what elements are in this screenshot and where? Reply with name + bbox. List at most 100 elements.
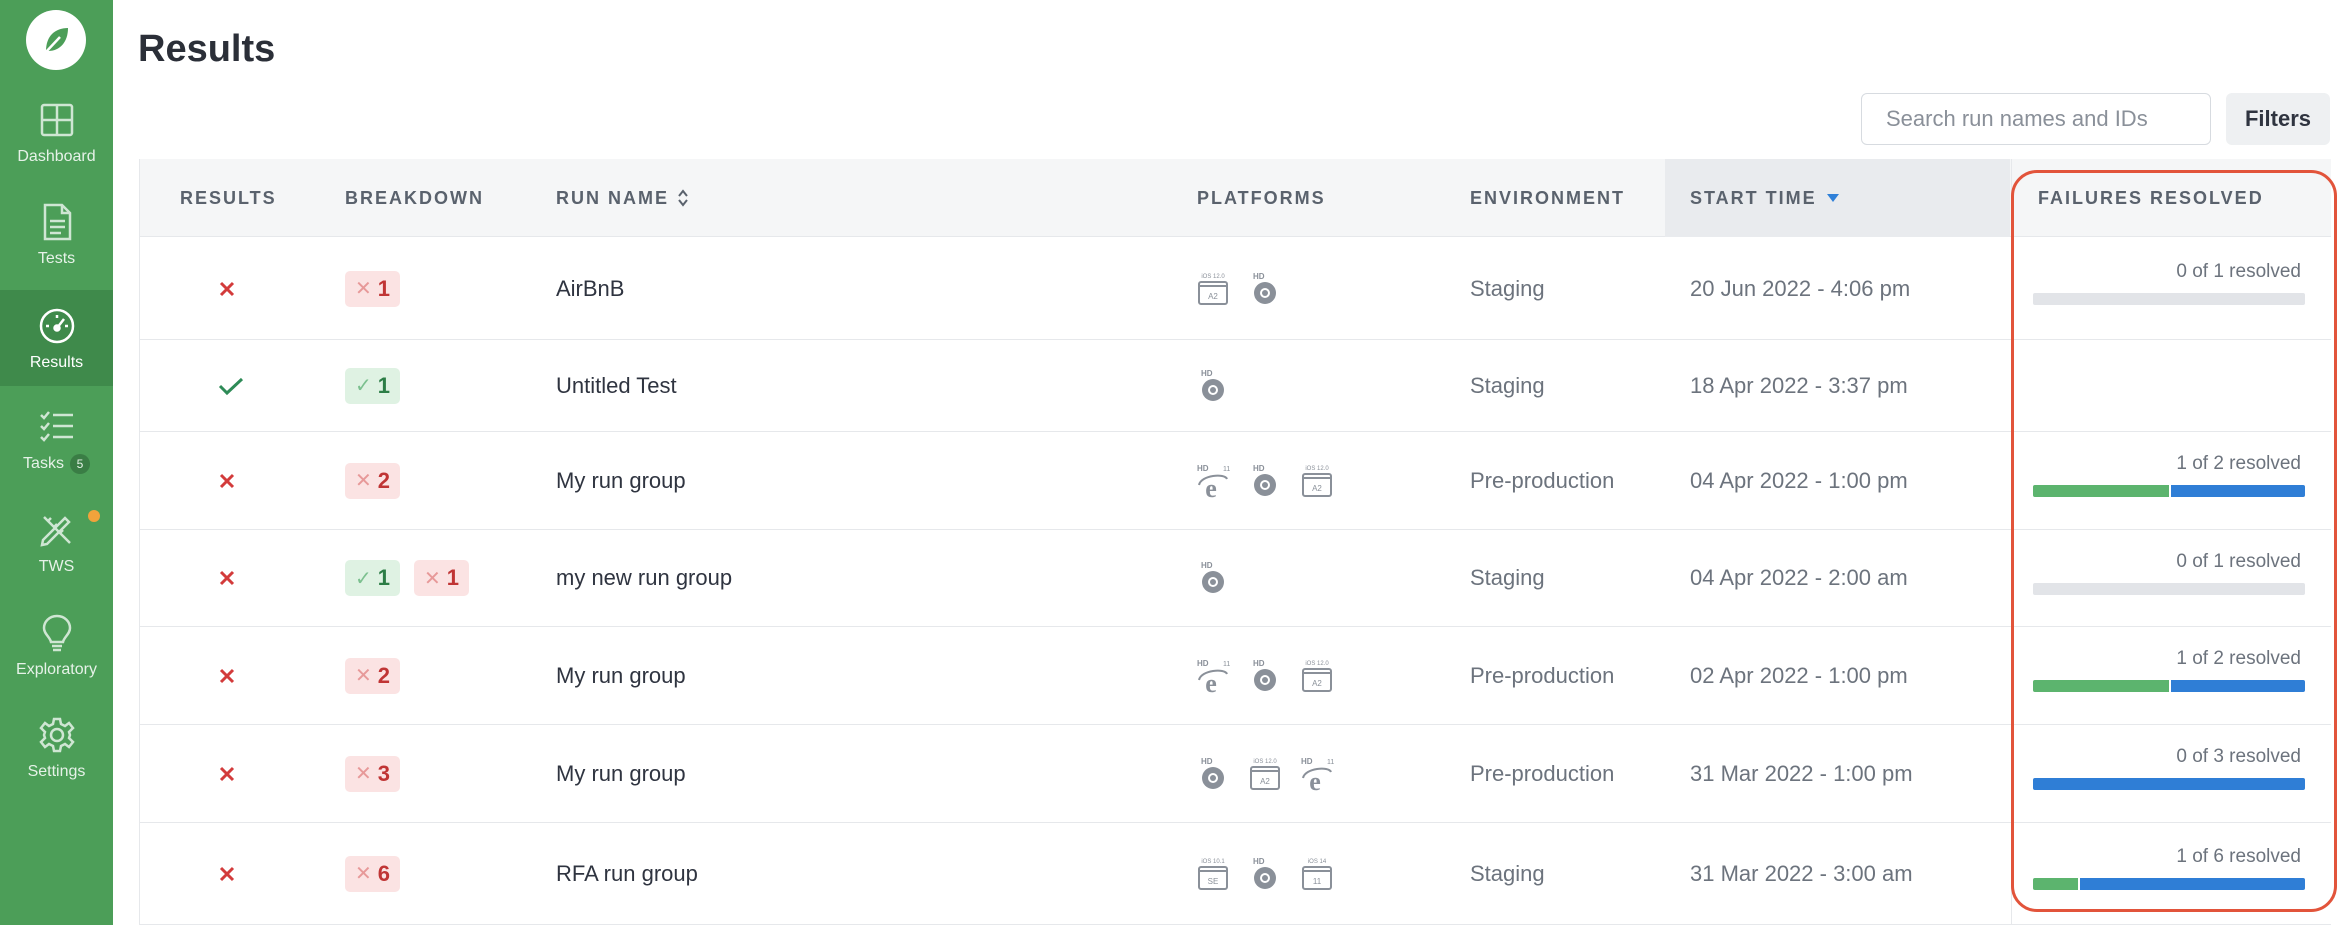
table-row[interactable]: ✕ 2 My run group HD 11 e HD iOS 12.0 A2 Pre-… bbox=[140, 432, 2331, 530]
sidebar-item-dashboard[interactable]: Dashboard bbox=[0, 84, 113, 180]
table-row[interactable]: ✓ 1 Untitled Test HD Staging 18 Apr 2022 - 3… bbox=[140, 340, 2331, 432]
start-time-text: 02 Apr 2022 - 1:00 pm bbox=[1690, 662, 1908, 688]
resolved-count-text: 0 of 1 resolved bbox=[2176, 261, 2301, 282]
chip-count: 1 bbox=[377, 372, 391, 398]
fail-count-chip[interactable]: ✕ 2 bbox=[345, 657, 401, 694]
ios-device-icon: iOS 10.1 SE bbox=[1198, 859, 1228, 890]
chrome-browser-icon: HD bbox=[1253, 659, 1276, 691]
platforms-cell: iOS 10.1 SE HD iOS 14 11 bbox=[1195, 823, 1351, 924]
fail-status-icon bbox=[218, 823, 236, 924]
app-logo[interactable] bbox=[26, 10, 86, 70]
platforms-cell: HD 11 e HD iOS 12.0 A2 bbox=[1195, 627, 1351, 724]
start-time-text: 04 Apr 2022 - 2:00 am bbox=[1690, 565, 1908, 590]
ios-device-icon: iOS 14 11 bbox=[1302, 859, 1332, 890]
search-input[interactable] bbox=[1861, 93, 2211, 145]
svg-text:11: 11 bbox=[1313, 877, 1322, 886]
table-row[interactable]: ✕ 6 RFA run group iOS 10.1 SE HD iOS 14 11 St… bbox=[140, 823, 2331, 925]
document-icon bbox=[37, 202, 77, 242]
breakdown-cell: ✕ 6 bbox=[345, 823, 414, 924]
sidebar-item-exploratory[interactable]: Exploratory bbox=[0, 597, 113, 693]
chip-count: 6 bbox=[377, 860, 391, 886]
table-row[interactable]: ✕ 3 My run group HD iOS 12.0 A2 HD 11 e Pre-… bbox=[140, 725, 2331, 823]
fail-count-chip[interactable]: ✕ 2 bbox=[345, 462, 401, 499]
environment-text: Staging bbox=[1470, 372, 1545, 398]
table-row[interactable]: ✓ 1 ✕ 1 my new run group HD Staging 04 Apr 202… bbox=[140, 530, 2331, 627]
chip-count: 1 bbox=[377, 565, 391, 590]
sidebar-item-settings[interactable]: Settings bbox=[0, 699, 113, 795]
environment-text: Pre-production bbox=[1470, 662, 1615, 688]
start-time-text: 04 Apr 2022 - 1:00 pm bbox=[1690, 467, 1908, 493]
lightbulb-icon bbox=[37, 613, 77, 653]
fail-status-icon bbox=[218, 238, 236, 339]
sidebar-item-label: TWS bbox=[38, 558, 75, 575]
sidebar-item-tasks[interactable]: Tasks 5 bbox=[0, 392, 113, 488]
run-name-link[interactable]: My run group bbox=[556, 627, 686, 724]
column-header-run-name[interactable]: RUN NAME bbox=[556, 159, 689, 237]
resolved-progress-bar bbox=[2033, 485, 2305, 497]
table-row[interactable]: ✕ 1 AirBnB iOS 12.0 A2 HD Staging 20 Jun 2022… bbox=[140, 238, 2331, 340]
breakdown-cell: ✕ 1 bbox=[345, 238, 414, 339]
breakdown-cell: ✕ 2 bbox=[345, 627, 414, 724]
svg-text:HD: HD bbox=[1301, 757, 1313, 766]
run-name-link[interactable]: My run group bbox=[556, 725, 686, 822]
tasks-count-badge: 5 bbox=[69, 454, 90, 474]
svg-text:iOS 12.0: iOS 12.0 bbox=[1253, 759, 1277, 765]
sort-arrows-icon[interactable] bbox=[677, 188, 689, 208]
platforms-cell: HD bbox=[1195, 530, 1247, 626]
sort-descending-icon[interactable] bbox=[1826, 194, 1839, 202]
fail-count-chip[interactable]: ✕ 1 bbox=[414, 560, 470, 596]
chrome-browser-icon: HD bbox=[1201, 369, 1224, 401]
environment-text: Staging bbox=[1470, 860, 1545, 886]
unresolved-segment bbox=[2171, 680, 2305, 692]
sidebar-item-label: Dashboard bbox=[17, 148, 96, 165]
breakdown-cell: ✓ 1 ✕ 1 bbox=[345, 530, 483, 626]
chrome-browser-icon: HD bbox=[1253, 464, 1276, 496]
sidebar-item-label: Settings bbox=[27, 763, 86, 780]
pass-count-chip[interactable]: ✓ 1 bbox=[345, 367, 401, 404]
fail-count-chip[interactable]: ✕ 1 bbox=[345, 270, 401, 307]
x-icon: ✕ bbox=[355, 763, 372, 785]
pass-count-chip[interactable]: ✓ 1 bbox=[345, 560, 401, 596]
svg-text:HD: HD bbox=[1253, 857, 1265, 866]
resolved-progress-bar bbox=[2033, 778, 2305, 790]
chrome-browser-icon: HD bbox=[1253, 272, 1276, 304]
resolved-count-text: 1 of 2 resolved bbox=[2176, 648, 2301, 669]
svg-text:iOS 12.0: iOS 12.0 bbox=[1201, 274, 1225, 280]
column-header-platforms: PLATFORMS bbox=[1197, 187, 1326, 208]
column-header-environment: ENVIRONMENT bbox=[1470, 187, 1626, 208]
svg-text:11: 11 bbox=[1223, 466, 1230, 473]
run-name-link[interactable]: Untitled Test bbox=[556, 340, 677, 431]
sidebar-item-results[interactable]: Results bbox=[0, 290, 113, 386]
page-title: Results bbox=[138, 28, 276, 70]
chip-count: 3 bbox=[377, 760, 391, 786]
table-row[interactable]: ✕ 2 My run group HD 11 e HD iOS 12.0 A2 Pre-… bbox=[140, 627, 2331, 725]
x-icon: ✕ bbox=[355, 665, 372, 687]
environment-text: Pre-production bbox=[1470, 760, 1615, 786]
sidebar-item-label: Tests bbox=[37, 250, 76, 267]
sidebar-item-label: Results bbox=[29, 354, 84, 371]
sidebar: Dashboard Tests Results Tasks 5 TWS Expl… bbox=[0, 0, 113, 925]
fail-count-chip[interactable]: ✕ 3 bbox=[345, 755, 401, 792]
pass-status-icon bbox=[218, 340, 244, 431]
fail-status-icon bbox=[218, 725, 236, 822]
sidebar-item-tests[interactable]: Tests bbox=[0, 186, 113, 282]
run-name-link[interactable]: RFA run group bbox=[556, 823, 698, 924]
svg-text:A2: A2 bbox=[1312, 679, 1322, 688]
fail-count-chip[interactable]: ✕ 6 bbox=[345, 855, 401, 892]
sidebar-item-tws[interactable]: TWS bbox=[0, 494, 113, 590]
run-name-link[interactable]: my new run group bbox=[556, 530, 732, 626]
check-icon: ✓ bbox=[355, 567, 372, 590]
breakdown-cell: ✕ 2 bbox=[345, 432, 414, 529]
environment-text: Pre-production bbox=[1470, 467, 1615, 493]
environment-text: Staging bbox=[1470, 565, 1545, 590]
resolved-segment bbox=[2033, 485, 2169, 497]
run-name-link[interactable]: My run group bbox=[556, 432, 686, 529]
column-header-start-time[interactable]: START TIME bbox=[1690, 159, 1839, 237]
fail-status-icon bbox=[218, 432, 236, 529]
filters-button[interactable]: Filters bbox=[2226, 93, 2330, 145]
run-name-link[interactable]: AirBnB bbox=[556, 238, 624, 339]
checklist-icon bbox=[37, 406, 77, 446]
fail-status-icon bbox=[218, 530, 236, 626]
start-time-text: 31 Mar 2022 - 1:00 pm bbox=[1690, 760, 1913, 786]
x-icon: ✕ bbox=[355, 863, 372, 885]
